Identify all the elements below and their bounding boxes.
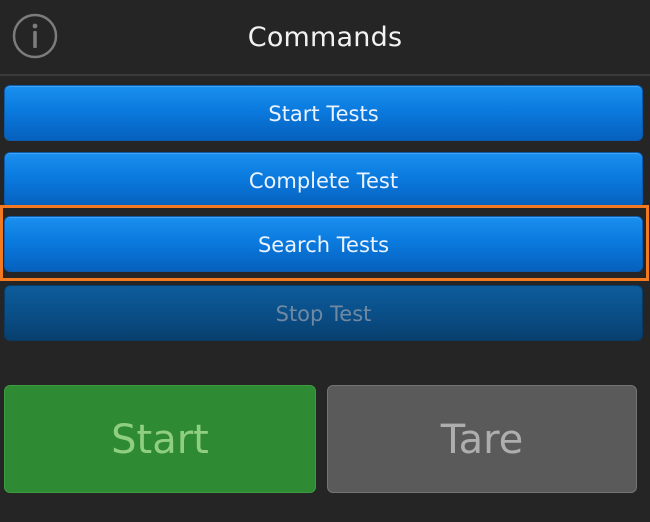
tare-button: Tare: [327, 385, 637, 493]
header-bar: Commands: [0, 0, 650, 76]
complete-test-button[interactable]: Complete Test: [4, 152, 643, 208]
start-tests-label: Start Tests: [268, 102, 379, 126]
search-tests-button[interactable]: Search Tests: [4, 216, 643, 272]
tare-label: Tare: [440, 417, 524, 463]
header-divider: [0, 74, 650, 76]
stop-test-button: Stop Test: [4, 285, 643, 341]
start-button[interactable]: Start: [4, 385, 316, 493]
commands-panel: Commands Start Tests Complete Test Searc…: [0, 0, 650, 522]
search-tests-label: Search Tests: [257, 233, 390, 257]
page-title: Commands: [247, 22, 403, 53]
complete-test-label: Complete Test: [248, 169, 399, 193]
start-tests-button[interactable]: Start Tests: [4, 85, 643, 141]
stop-test-label: Stop Test: [275, 302, 372, 326]
start-label: Start: [111, 417, 209, 463]
